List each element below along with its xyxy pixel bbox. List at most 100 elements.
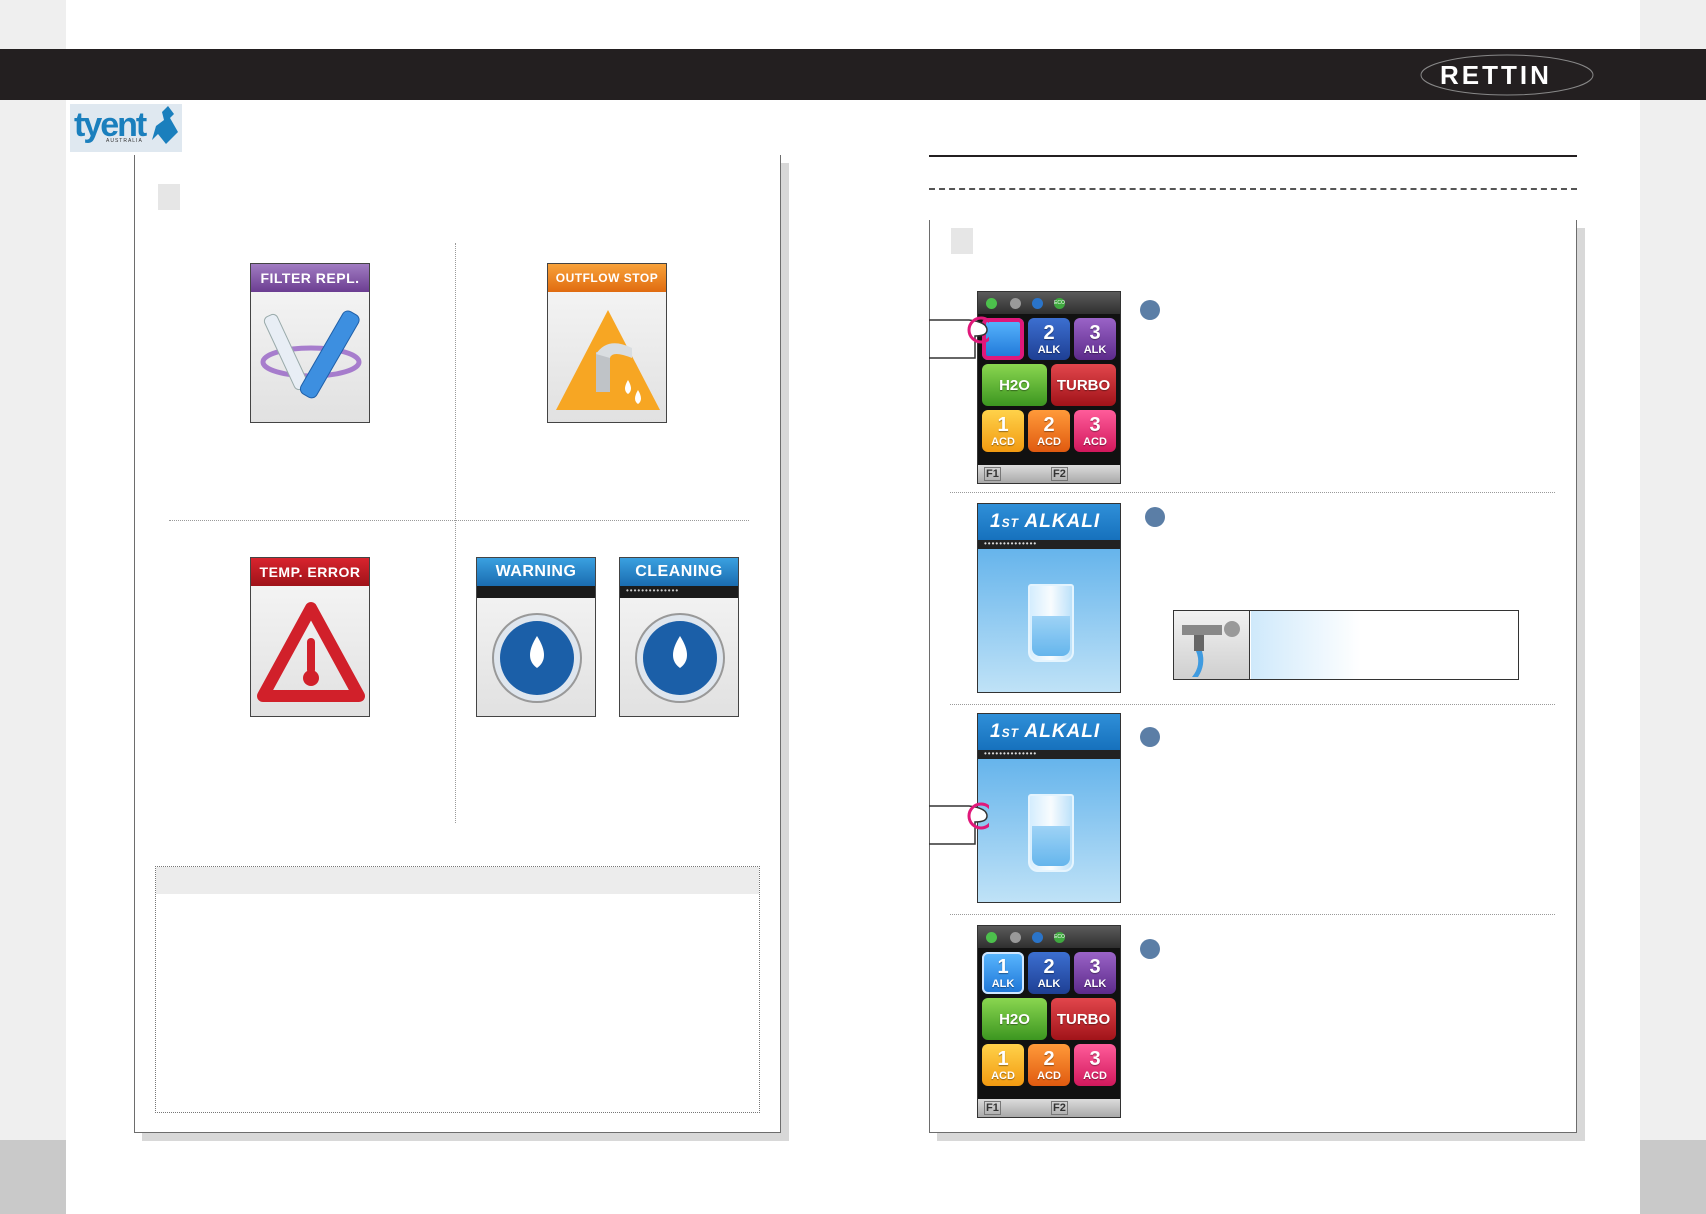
dashed-rule: [929, 188, 1577, 190]
alk1-sub: ALK: [991, 977, 1015, 990]
warning-card-band: [477, 586, 595, 598]
alk3-button[interactable]: 3 ALK: [1074, 318, 1116, 360]
alkali-screen-step2: 1ST ALKALI ••••••••••••••: [977, 503, 1121, 693]
alk3-button[interactable]: 3 ALK: [1074, 952, 1116, 994]
acd2-sub: ACD: [1037, 435, 1061, 448]
acd1-button[interactable]: 1 ACD: [982, 410, 1024, 452]
right-page-tab: [1640, 1140, 1706, 1214]
step-4-bullet: [1140, 939, 1160, 959]
water-glass-icon: [1028, 584, 1074, 662]
alkali-ordinal: ST: [1001, 726, 1019, 740]
alk3-num: 3: [1089, 955, 1101, 978]
turbo-button[interactable]: TURBO: [1051, 998, 1116, 1040]
step-divider: [950, 492, 1555, 493]
alk2-button[interactable]: 2 ALK: [1028, 952, 1070, 994]
eco-icon: ECO: [1054, 932, 1065, 943]
cleaning-label: CLEANING: [620, 558, 738, 586]
lock-icon: [1032, 298, 1043, 309]
acd3-button[interactable]: 3 ACD: [1074, 1044, 1116, 1086]
warning-card: WARNING: [476, 557, 596, 717]
section-marker: [158, 184, 180, 210]
faucet-warning-icon: [556, 310, 660, 410]
finger-press-icon: [929, 802, 989, 845]
h2o-button[interactable]: H2O: [982, 998, 1047, 1040]
function-bar: F1 F2: [978, 1099, 1120, 1117]
water-drop-icon: [635, 613, 725, 703]
faucet-icon: [1174, 611, 1250, 679]
turbo-button[interactable]: TURBO: [1051, 364, 1116, 406]
manual-page: RETTIN tyent AUSTRALIA FILTER REPL. OUTF…: [0, 0, 1706, 1214]
alk3-sub: ALK: [1083, 343, 1107, 356]
menu-screen-step4: ECO 1 ALK 2 ALK 3 ALK H2O TURBO 1 ACD 2 ACD 3…: [977, 925, 1121, 1118]
water-drop-icon: [492, 613, 582, 703]
step-divider: [950, 704, 1555, 705]
gear-icon: [986, 298, 997, 309]
alkali-level: 1: [990, 511, 1002, 532]
temp-error-label: TEMP. ERROR: [251, 558, 369, 586]
acd1-num: 1: [997, 413, 1009, 436]
acd2-num: 2: [1043, 413, 1055, 436]
alkali-title: 1ST ALKALI: [978, 714, 1120, 750]
rettin-logo: RETTIN: [1420, 54, 1594, 96]
acd3-sub: ACD: [1083, 1069, 1107, 1082]
alk2-button[interactable]: 2 ALK: [1028, 318, 1070, 360]
gear-icon: [986, 932, 997, 943]
alk2-sub: ALK: [1037, 977, 1061, 990]
vertical-divider: [455, 243, 456, 823]
alk2-num: 2: [1043, 955, 1055, 978]
step-2-bullet: [1145, 507, 1165, 527]
note-box: [155, 866, 760, 1113]
mascot-icon: [152, 106, 178, 144]
status-bar: ECO: [978, 926, 1120, 948]
step-divider: [950, 914, 1555, 915]
acd2-button[interactable]: 2 ACD: [1028, 410, 1070, 452]
tyent-logo: tyent AUSTRALIA: [70, 104, 182, 152]
cleaning-progress-dots: ••••••••••••••: [620, 586, 738, 598]
rettin-logo-text: RETTIN: [1440, 60, 1552, 90]
water-glass-icon: [1028, 794, 1074, 872]
filter-replacement-label: FILTER REPL.: [251, 264, 369, 292]
lock-icon: [1032, 932, 1043, 943]
alkali-screen-step3: 1ST ALKALI ••••••••••••••: [977, 713, 1121, 903]
thermometer-warning-icon: [257, 602, 365, 702]
alkali-ordinal: ST: [1001, 516, 1019, 530]
alk2-num: 2: [1043, 321, 1055, 344]
alkali-title: 1ST ALKALI: [978, 504, 1120, 540]
title-rule: [929, 155, 1577, 157]
acd3-button[interactable]: 3 ACD: [1074, 410, 1116, 452]
horizontal-divider: [169, 520, 749, 521]
f1-button[interactable]: F1: [984, 467, 1001, 481]
acd3-sub: ACD: [1083, 435, 1107, 448]
acd3-num: 3: [1089, 413, 1101, 436]
outflow-stop-label: OUTFLOW STOP: [548, 264, 666, 292]
h2o-button[interactable]: H2O: [982, 364, 1047, 406]
alkali-word: ALKALI: [1024, 721, 1101, 742]
eco-icon: ECO: [1054, 298, 1065, 309]
alk1-button[interactable]: 1 ALK: [982, 952, 1024, 994]
right-margin: [1640, 0, 1706, 1214]
function-bar: F1 F2: [978, 465, 1120, 483]
f1-button[interactable]: F1: [984, 1101, 1001, 1115]
note-header: [156, 867, 759, 894]
finger-press-icon: [929, 316, 989, 359]
temp-error-card: TEMP. ERROR: [250, 557, 370, 717]
sound-icon: [1010, 932, 1021, 943]
left-margin: [0, 0, 66, 1214]
filter-icon: [260, 310, 362, 399]
acd1-num: 1: [997, 1047, 1009, 1070]
section-marker: [951, 228, 973, 254]
acd2-button[interactable]: 2 ACD: [1028, 1044, 1070, 1086]
f2-button[interactable]: F2: [1051, 467, 1068, 481]
outflow-stop-card: OUTFLOW STOP: [547, 263, 667, 423]
warning-label: WARNING: [477, 558, 595, 586]
sound-icon: [1010, 298, 1021, 309]
menu-screen-step1: ECO 1 2ALK 3ALK H2O TURBO 1ACD 2ACD 3ACD…: [977, 291, 1121, 484]
f2-button[interactable]: F2: [1051, 1101, 1068, 1115]
acd1-sub: ACD: [991, 1069, 1015, 1082]
faucet-note-box: [1173, 610, 1519, 680]
step-1-bullet: [1140, 300, 1160, 320]
cleaning-card: CLEANING ••••••••••••••: [619, 557, 739, 717]
acd1-sub: ACD: [991, 435, 1015, 448]
acd3-num: 3: [1089, 1047, 1101, 1070]
acd1-button[interactable]: 1 ACD: [982, 1044, 1024, 1086]
